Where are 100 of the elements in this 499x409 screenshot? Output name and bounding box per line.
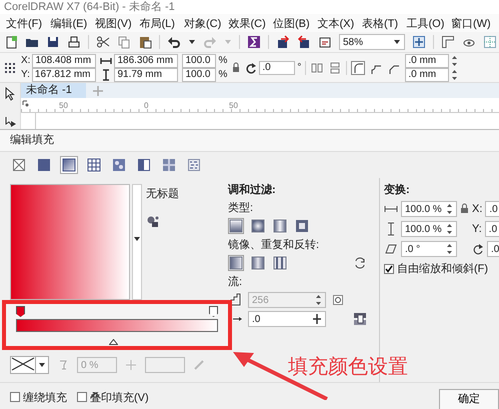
mirror-horizontal-icon[interactable] — [310, 60, 324, 74]
undo-icon[interactable] — [167, 35, 181, 49]
lock-icon[interactable] — [460, 203, 469, 215]
field-label: 镜像、重复和反转: — [228, 238, 320, 252]
gradient-bar[interactable] — [16, 319, 218, 332]
menu-item[interactable]: 视图(V) — [95, 16, 140, 30]
ruler-label: 0 — [143, 100, 150, 110]
fill-type-button[interactable] — [85, 156, 103, 174]
loop-icon[interactable] — [353, 256, 367, 270]
field-label: Y: — [472, 223, 482, 235]
paste-icon[interactable] — [138, 35, 152, 49]
blend-type-button[interactable] — [250, 218, 266, 234]
mirror-option-button[interactable] — [272, 255, 288, 271]
checkbox[interactable] — [77, 392, 87, 402]
field-label: Y: — [21, 69, 30, 80]
lock-icon[interactable] — [231, 62, 242, 74]
menu-item[interactable]: 对象(C) — [184, 16, 228, 30]
transform-field[interactable]: .0 ° — [401, 241, 457, 257]
corner-radius-field[interactable]: .0 mm — [405, 54, 450, 68]
fill-type-button[interactable] — [110, 156, 128, 174]
spinner[interactable] — [446, 223, 453, 235]
fill-type-button[interactable] — [160, 156, 178, 174]
field-label: X: — [21, 55, 30, 66]
menu-item[interactable]: 表格(T) — [362, 16, 406, 30]
size-field[interactable]: 186.306 mm — [114, 54, 178, 68]
position-field[interactable] — [145, 357, 185, 373]
spinner[interactable] — [446, 243, 453, 255]
object-origin-icon[interactable] — [3, 60, 17, 74]
caret-icon — [393, 38, 401, 46]
save-icon[interactable] — [46, 35, 60, 49]
transform-field[interactable]: 100.0 % — [401, 201, 457, 217]
spinner[interactable] — [446, 203, 453, 215]
round-corner-icon[interactable] — [351, 60, 366, 74]
checkbox-label: 自由缩放和倾斜(F) — [397, 262, 488, 276]
caret-icon[interactable] — [188, 38, 196, 46]
offset-field[interactable]: .0 — [484, 221, 499, 237]
menu-item[interactable]: 效果(C) — [228, 16, 273, 30]
menu-item[interactable]: 窗口(W) — [451, 16, 496, 30]
color-stop[interactable] — [16, 306, 25, 317]
mirror-option-button[interactable] — [250, 255, 266, 271]
copy-icon[interactable] — [117, 35, 131, 49]
mirror-option-button[interactable] — [228, 255, 244, 271]
annotation-text: 填充颜色设置 — [288, 355, 408, 380]
position-field[interactable]: 167.812 mm — [32, 68, 96, 82]
color-swatch-dropdown[interactable] — [10, 356, 49, 374]
blend-type-button[interactable] — [272, 218, 288, 234]
fill-type-button[interactable] — [185, 156, 203, 174]
menu-item[interactable]: 位图(B) — [273, 16, 318, 30]
midpoint-marker[interactable] — [109, 339, 118, 345]
fill-library-icon[interactable] — [146, 215, 160, 229]
menu-item[interactable]: 工具(O) — [406, 16, 451, 30]
corner-radius-field[interactable]: .0 mm — [405, 68, 450, 82]
mirror-vertical-icon[interactable] — [328, 60, 342, 74]
scissors-icon[interactable] — [96, 35, 110, 49]
app-launcher-icon[interactable] — [247, 35, 261, 49]
slider-handle-icon[interactable] — [312, 313, 322, 325]
fill-type-button[interactable] — [60, 156, 78, 174]
caret-icon — [133, 235, 141, 243]
section-heading: 调和过滤: — [228, 182, 277, 197]
acceleration-icon — [232, 314, 242, 324]
field-label: X: — [472, 203, 482, 215]
lock-steps-icon[interactable] — [332, 294, 344, 306]
import-icon[interactable] — [276, 35, 290, 49]
color-stop[interactable] — [209, 306, 218, 317]
steps-icon[interactable] — [228, 293, 242, 307]
fill-type-button[interactable] — [35, 156, 53, 174]
offset-field[interactable]: .0 — [487, 241, 499, 257]
shape-tool-icon[interactable] — [3, 115, 17, 129]
guidelines-icon[interactable] — [483, 35, 497, 49]
acceleration-field[interactable]: .0 — [248, 311, 326, 327]
document-tab[interactable]: 未命名 -1 — [21, 83, 86, 98]
checkbox[interactable] — [10, 392, 20, 402]
smooth-blend-icon[interactable] — [353, 312, 367, 326]
node-position-icon[interactable] — [125, 359, 137, 371]
section-heading: 变换: — [384, 182, 411, 197]
rotation-field[interactable]: .0 — [259, 60, 296, 74]
unit-label: % — [218, 55, 228, 66]
ok-button[interactable]: 确定 — [439, 389, 499, 409]
zoom-fit-icon[interactable] — [412, 35, 426, 49]
export-icon[interactable] — [297, 35, 311, 49]
position-field[interactable]: 108.408 mm — [32, 54, 96, 68]
offset-field[interactable]: .0 — [485, 201, 499, 217]
fill-name: 无标题 — [146, 187, 179, 201]
blend-type-button[interactable] — [294, 218, 310, 234]
transform-field[interactable]: 100.0 % — [401, 221, 457, 237]
checkbox[interactable] — [384, 264, 394, 274]
menu-item[interactable]: 布局(L) — [140, 16, 184, 30]
pointer-icon[interactable] — [3, 87, 17, 101]
scale-field[interactable]: 100.0 — [182, 54, 216, 68]
new-document-icon[interactable] — [4, 35, 18, 49]
menu-item[interactable]: 编辑(E) — [50, 16, 95, 30]
rulers-icon[interactable] — [441, 35, 455, 49]
zoom-dropdown[interactable]: 58% — [339, 34, 405, 50]
blend-type-button[interactable] — [228, 218, 244, 234]
menu-item[interactable]: 文件(F) — [6, 16, 50, 30]
fill-type-button[interactable] — [10, 156, 28, 174]
scale-field[interactable]: 100.0 — [182, 68, 216, 82]
print-icon[interactable] — [67, 35, 81, 49]
menu-item[interactable]: 文本(X) — [318, 16, 362, 30]
size-field[interactable]: 91.79 mm — [114, 68, 178, 82]
